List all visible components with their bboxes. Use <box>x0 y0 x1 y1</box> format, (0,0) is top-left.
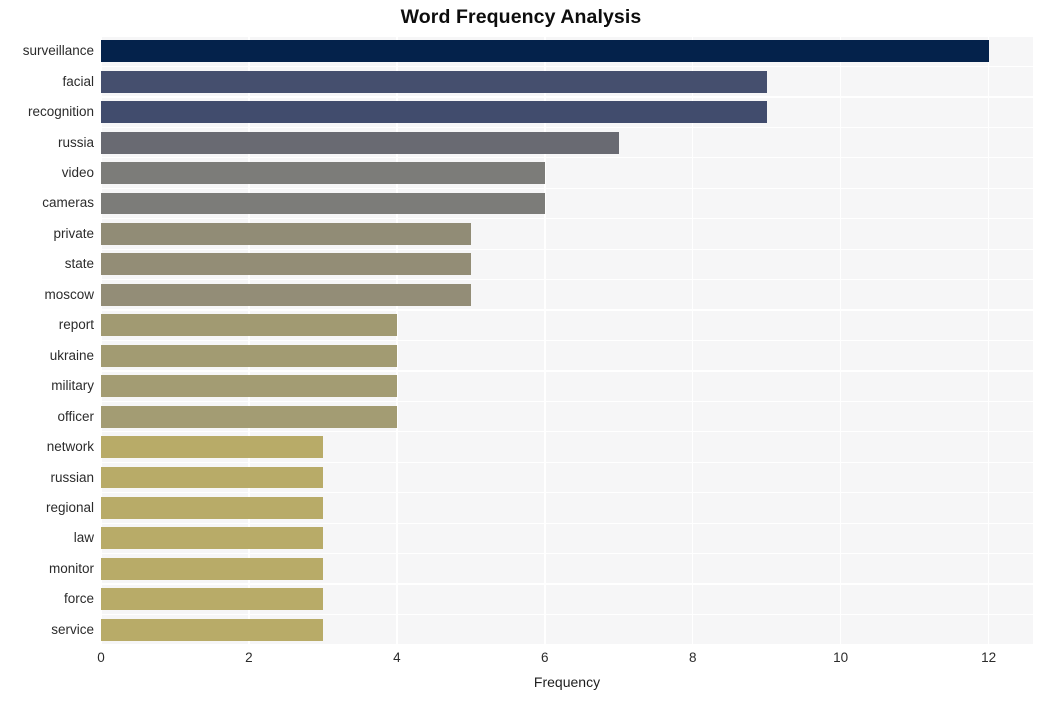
bar-russian <box>101 466 323 489</box>
y-tick-label-military: military <box>51 378 94 394</box>
x-axis-tick-labels: 0 2 4 6 8 10 12 <box>97 650 1033 670</box>
bar-private <box>101 222 471 245</box>
x-tick-label-10: 10 <box>833 650 849 665</box>
y-tick-label-network: network <box>46 439 94 455</box>
bar-military <box>101 375 397 398</box>
bar-law <box>101 527 323 550</box>
bar-facial <box>101 70 767 93</box>
word-frequency-chart-figure: Word Frequency Analysis surveillance faci… <box>0 0 1042 701</box>
y-tick-label-cameras: cameras <box>42 195 94 211</box>
y-tick-label-state: state <box>64 256 94 272</box>
y-tick-label-russian: russian <box>50 469 94 485</box>
y-tick-label-force: force <box>63 591 94 607</box>
x-tick-label-0: 0 <box>97 650 105 665</box>
y-axis-tick-labels: surveillance facial recognition russia video… <box>0 36 94 645</box>
bar-state <box>101 253 471 276</box>
y-tick-label-regional: regional <box>45 499 94 515</box>
x-tick-label-2: 2 <box>245 650 253 665</box>
y-tick-label-law: law <box>73 530 94 546</box>
y-tick-label-recognition: recognition <box>27 104 94 120</box>
y-tick-label-officer: officer <box>57 408 94 424</box>
x-tick-label-4: 4 <box>393 650 401 665</box>
bar-regional <box>101 497 323 519</box>
bar-force <box>101 588 323 611</box>
bar-officer <box>101 405 397 428</box>
bar-service <box>101 618 323 641</box>
y-tick-label-surveillance: surveillance <box>22 43 94 59</box>
chart-title: Word Frequency Analysis <box>400 6 642 28</box>
bar-cameras <box>101 192 545 215</box>
bar-monitor <box>101 557 323 580</box>
x-tick-label-12: 12 <box>981 650 997 665</box>
plot-area <box>100 35 1033 646</box>
bar-video <box>101 162 545 184</box>
bar-recognition <box>101 101 767 124</box>
y-tick-label-video: video <box>61 165 94 181</box>
bar-surveillance <box>101 40 989 63</box>
y-tick-label-facial: facial <box>62 73 94 89</box>
bar-ukraine <box>101 344 397 367</box>
y-tick-label-report: report <box>58 317 94 333</box>
y-tick-label-moscow: moscow <box>44 286 94 302</box>
bar-russia <box>101 131 619 154</box>
y-tick-label-monitor: monitor <box>48 560 94 576</box>
y-tick-label-service: service <box>51 621 94 637</box>
bar-report <box>101 314 397 337</box>
x-tick-label-8: 8 <box>688 650 697 665</box>
y-tick-label-ukraine: ukraine <box>49 347 94 363</box>
y-tick-label-private: private <box>53 225 94 241</box>
bar-moscow <box>101 283 471 306</box>
x-tick-label-6: 6 <box>541 650 549 665</box>
bar-network <box>101 436 323 459</box>
y-tick-label-russia: russia <box>57 134 94 150</box>
bars-layer <box>101 36 1033 645</box>
x-axis-title: Frequency <box>533 674 601 690</box>
